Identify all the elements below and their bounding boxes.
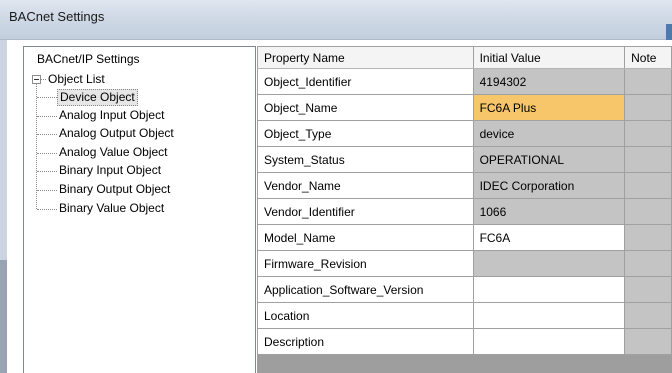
title-bar: BACnet Settings [0,0,672,40]
header-row: Property Name Initial Value Note [257,46,672,69]
property-name-cell: Model_Name [257,224,474,251]
note-cell [624,224,672,251]
tree-item-bacnet-ip-settings[interactable]: BACnet/IP Settings [37,52,140,67]
table-row[interactable]: Object_Name FC6A Plus [257,94,672,121]
tree-item-analog-value-object[interactable]: Analog Value Object [59,145,168,160]
column-header-property-name[interactable]: Property Name [257,46,474,69]
tree-item-analog-output-object[interactable]: Analog Output Object [59,126,174,141]
note-cell [624,328,672,355]
table-row[interactable]: Object_Type device [257,120,672,147]
settings-tree[interactable]: BACnet/IP Settings Object List Device Ob… [23,46,256,373]
table-row[interactable]: Model_Name FC6A [257,224,672,251]
property-name-cell: Description [257,328,474,355]
initial-value-input[interactable] [472,302,626,329]
table-row[interactable]: Application_Software_Version [257,276,672,303]
initial-value-cell: OPERATIONAL [472,146,626,173]
initial-value-cell: IDEC Corporation [472,172,626,199]
property-name-cell: Object_Type [257,120,474,147]
tree-item-device-object[interactable]: Device Object [57,89,138,106]
tree-item-binary-input-object[interactable]: Binary Input Object [59,163,161,178]
note-cell [624,172,672,199]
initial-value-input[interactable]: FC6A [472,224,626,251]
initial-value-cell [472,250,626,277]
note-cell [624,94,672,121]
table-row[interactable]: Vendor_Identifier 1066 [257,198,672,225]
note-cell [624,250,672,277]
initial-value-input[interactable] [472,328,626,355]
initial-value-cell: 4194302 [472,68,626,95]
property-name-cell: Firmware_Revision [257,250,474,277]
property-name-cell: Application_Software_Version [257,276,474,303]
note-cell [624,276,672,303]
table-row[interactable]: System_Status OPERATIONAL [257,146,672,173]
column-header-initial-value[interactable]: Initial Value [472,46,626,69]
table-row[interactable]: Location [257,302,672,329]
note-cell [624,198,672,225]
column-header-note[interactable]: Note [624,46,672,69]
tree-item-binary-value-object[interactable]: Binary Value Object [59,201,164,216]
initial-value-cell: device [472,120,626,147]
table-row[interactable]: Vendor_Name IDEC Corporation [257,172,672,199]
tree-item-analog-input-object[interactable]: Analog Input Object [59,108,164,123]
initial-value-cell-selected[interactable]: FC6A Plus [472,94,626,121]
property-grid[interactable]: Property Name Initial Value Note Object_… [257,46,672,373]
property-table: Property Name Initial Value Note Object_… [257,46,672,355]
table-row[interactable]: Firmware_Revision [257,250,672,277]
tree-item-object-list[interactable]: Object List [48,72,105,87]
property-name-cell: System_Status [257,146,474,173]
note-cell [624,146,672,173]
property-name-cell: Object_Identifier [257,68,474,95]
window-title: BACnet Settings [9,9,105,24]
table-row[interactable]: Object_Identifier 4194302 [257,68,672,95]
note-cell [624,68,672,95]
property-name-cell: Vendor_Name [257,172,474,199]
tree-item-binary-output-object[interactable]: Binary Output Object [59,182,170,197]
initial-value-cell: 1066 [472,198,626,225]
note-cell [624,120,672,147]
property-name-cell: Vendor_Identifier [257,198,474,225]
table-row[interactable]: Description [257,328,672,355]
window-frame-left [0,40,7,373]
collapse-toggle-icon[interactable] [32,75,41,84]
property-name-cell: Object_Name [257,94,474,121]
titlebar-accent [666,24,672,40]
property-name-cell: Location [257,302,474,329]
initial-value-input[interactable] [472,276,626,303]
note-cell [624,302,672,329]
